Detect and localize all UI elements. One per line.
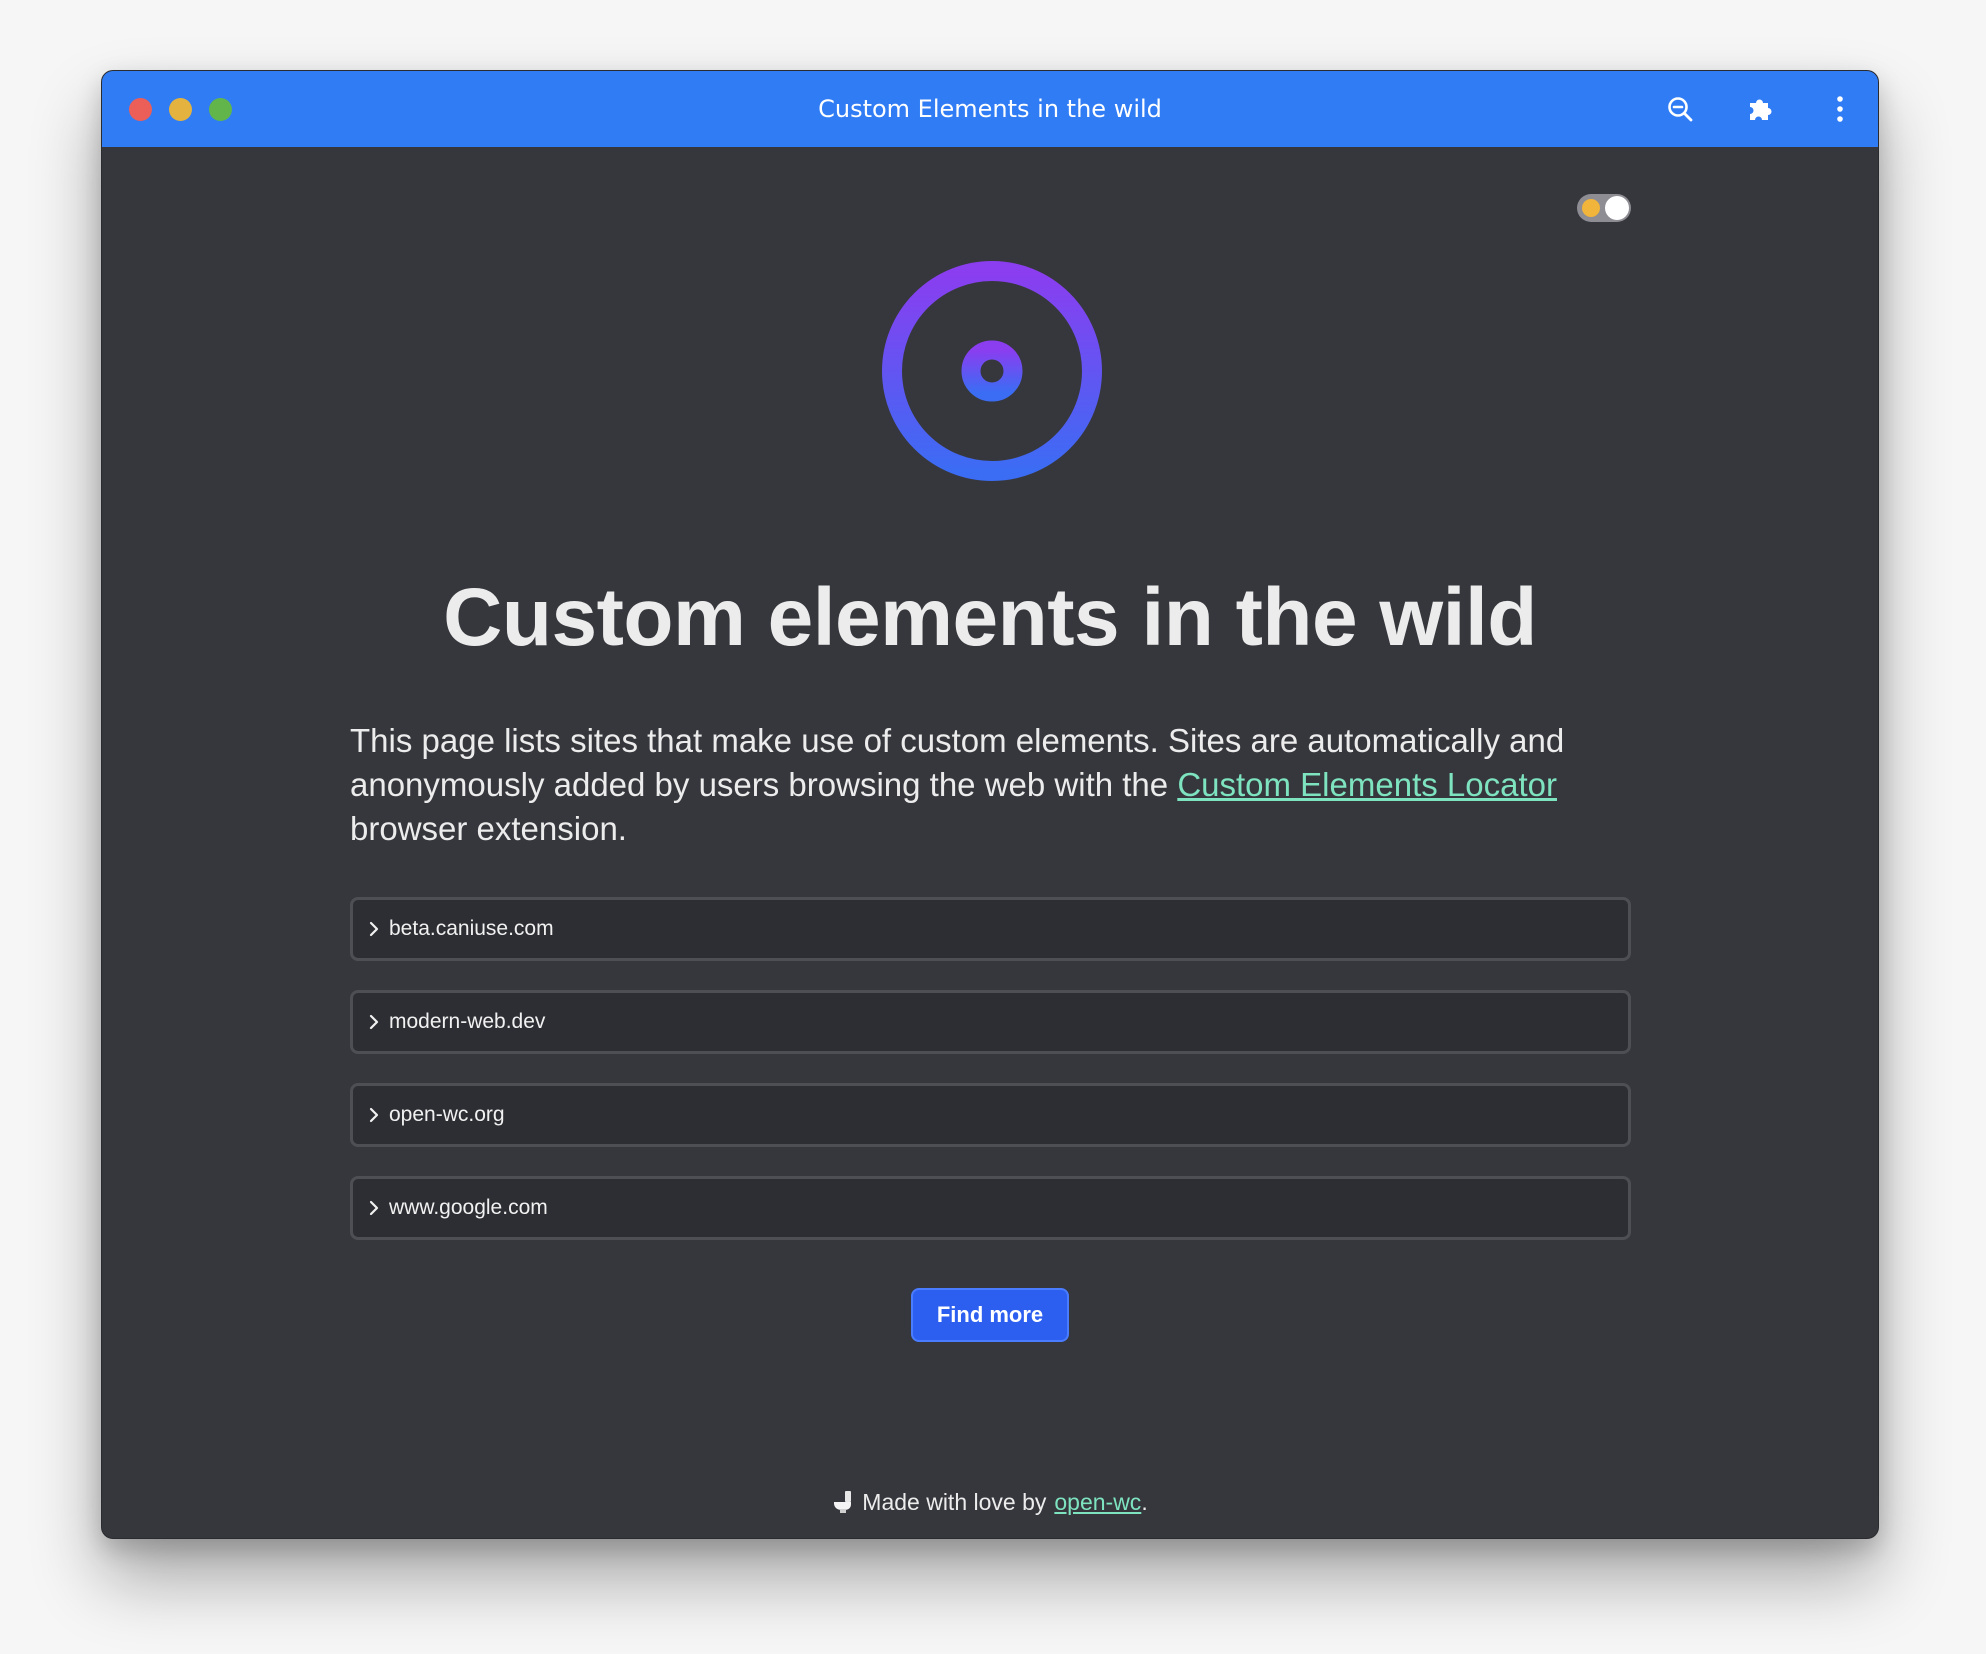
chevron-right-icon <box>365 920 383 938</box>
footer-suffix: . <box>1141 1489 1148 1515</box>
site-list: beta.caniuse.com modern-web.dev open-wc.… <box>350 897 1631 1269</box>
intro-paragraph: This page lists sites that make use of c… <box>350 719 1640 851</box>
kebab-menu-icon[interactable] <box>1824 93 1856 125</box>
title-bar: Custom Elements in the wild <box>102 71 1878 147</box>
site-label: modern-web.dev <box>389 1010 546 1033</box>
intro-text-end: browser extension. <box>350 810 627 847</box>
toggle-knob <box>1605 196 1629 220</box>
chevron-right-icon <box>365 1013 383 1031</box>
site-item[interactable]: modern-web.dev <box>350 990 1631 1054</box>
footer-text: Made with love by <box>862 1489 1047 1515</box>
footer: Made with love by open-wc. <box>102 1487 1878 1517</box>
chevron-right-icon <box>365 1106 383 1124</box>
site-item[interactable]: open-wc.org <box>350 1083 1631 1147</box>
site-label: www.google.com <box>389 1196 548 1219</box>
site-item[interactable]: beta.caniuse.com <box>350 897 1631 961</box>
crosshair-logo-icon <box>857 236 1127 506</box>
toilet-icon <box>834 1491 852 1513</box>
page-title: Custom elements in the wild <box>443 572 1537 663</box>
window-title: Custom Elements in the wild <box>818 95 1162 123</box>
browser-window: Custom Elements in the wild Custom eleme… <box>101 70 1879 1539</box>
custom-elements-locator-link[interactable]: Custom Elements Locator <box>1177 766 1557 803</box>
chevron-right-icon <box>365 1199 383 1217</box>
zoom-out-icon[interactable] <box>1664 93 1696 125</box>
sun-icon <box>1582 199 1600 217</box>
open-wc-link[interactable]: open-wc <box>1054 1489 1141 1515</box>
site-label: beta.caniuse.com <box>389 917 554 940</box>
theme-toggle[interactable] <box>1577 194 1631 222</box>
site-label: open-wc.org <box>389 1103 505 1126</box>
find-more-button[interactable]: Find more <box>911 1288 1069 1342</box>
puzzle-piece-icon[interactable] <box>1744 93 1776 125</box>
site-item[interactable]: www.google.com <box>350 1176 1631 1240</box>
